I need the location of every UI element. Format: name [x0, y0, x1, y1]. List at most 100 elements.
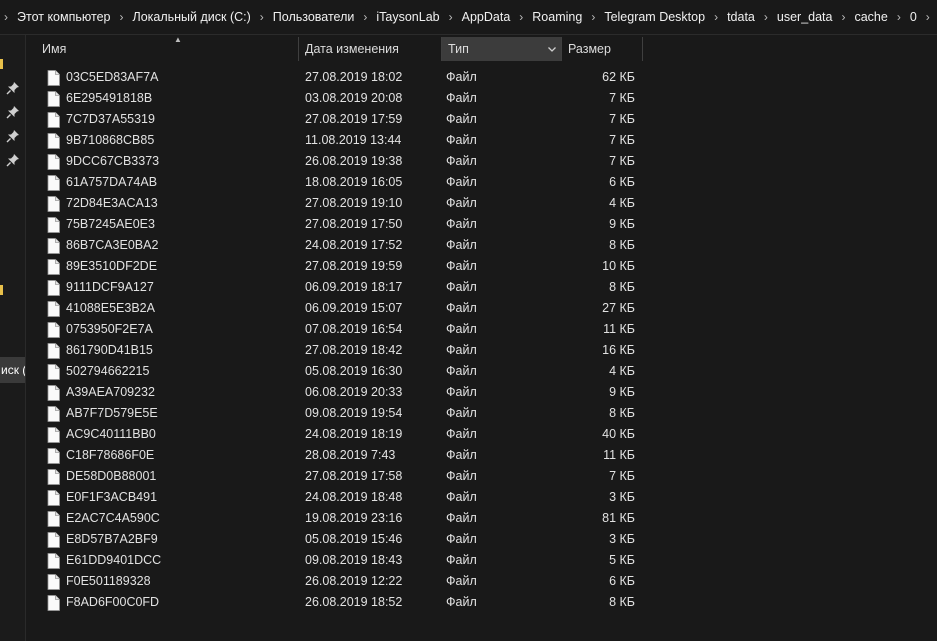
file-name: E8D57B7A2BF9	[66, 532, 158, 546]
chevron-down-icon[interactable]	[546, 43, 558, 55]
table-row[interactable]: F8AD6F00C0FD 26.08.2019 18:52 Файл 8 КБ	[26, 592, 937, 613]
chevron-right-icon[interactable]: ›	[710, 10, 722, 24]
chevron-right-icon[interactable]: ›	[760, 10, 772, 24]
breadcrumb-item[interactable]: › Локальный диск (C:)	[115, 10, 255, 24]
table-row[interactable]: DE58D0B88001 27.08.2019 17:58 Файл 7 КБ	[26, 466, 937, 487]
breadcrumb-item[interactable]: › user_data	[760, 10, 838, 24]
breadcrumb-item[interactable]: › AppData	[445, 10, 516, 24]
chevron-right-icon[interactable]: ›	[115, 10, 127, 24]
table-row[interactable]: 6E295491818B 03.08.2019 20:08 Файл 7 КБ	[26, 88, 937, 109]
file-size: 27 КБ	[602, 301, 635, 315]
breadcrumb-label: Roaming	[532, 10, 583, 24]
breadcrumb[interactable]: › Этот компьютер › Локальный диск (C:) › Поль…	[0, 0, 937, 35]
column-header-type[interactable]: Тип	[442, 37, 561, 61]
file-icon	[47, 553, 60, 569]
breadcrumb-label: AppData	[461, 10, 511, 24]
breadcrumb-item[interactable]: › Пользователи	[256, 10, 360, 24]
breadcrumb-item[interactable]: › Telegram Desktop	[587, 10, 710, 24]
file-icon	[47, 70, 60, 86]
table-row[interactable]: 7C7D37A55319 27.08.2019 17:59 Файл 7 КБ	[26, 109, 937, 130]
pin-icon[interactable]	[6, 153, 20, 167]
table-row[interactable]: 41088E5E3B2A 06.09.2019 15:07 Файл 27 КБ	[26, 298, 937, 319]
table-row[interactable]: A39AEA709232 06.08.2019 20:33 Файл 9 КБ	[26, 382, 937, 403]
breadcrumb-label: Этот компьютер	[17, 10, 111, 24]
file-size: 8 КБ	[609, 238, 635, 252]
table-row[interactable]: 9111DCF9A127 06.09.2019 18:17 Файл 8 КБ	[26, 277, 937, 298]
breadcrumb-item[interactable]: › cache	[837, 10, 892, 24]
file-date: 27.08.2019 18:02	[305, 70, 403, 84]
column-header-name-label: Имя	[42, 42, 67, 56]
pin-icon[interactable]	[6, 129, 20, 143]
file-icon	[47, 343, 60, 359]
file-name: 75B7245AE0E3	[66, 217, 155, 231]
column-header-date[interactable]: Дата изменения	[299, 37, 441, 61]
breadcrumb-item[interactable]: › iTaysonLab	[359, 10, 444, 24]
chevron-right-icon[interactable]: ›	[445, 10, 457, 24]
file-date: 26.08.2019 19:38	[305, 154, 403, 168]
column-divider[interactable]	[642, 37, 643, 61]
navigation-pane[interactable]: иск (C	[0, 35, 26, 641]
column-header-row: ▲ Имя Дата изменения Тип Размер	[26, 35, 937, 62]
file-type: Файл	[446, 91, 477, 105]
chevron-right-icon[interactable]: ›	[837, 10, 849, 24]
breadcrumb-item[interactable]: ›1E	[922, 10, 937, 24]
table-row[interactable]: 72D84E3ACA13 27.08.2019 19:10 Файл 4 КБ	[26, 193, 937, 214]
nav-item-local-disk[interactable]: иск (C	[0, 357, 25, 383]
pin-icon[interactable]	[6, 105, 20, 119]
column-header-size[interactable]: Размер	[562, 37, 642, 61]
file-name: 72D84E3ACA13	[66, 196, 158, 210]
breadcrumb-item[interactable]: › tdata	[710, 10, 760, 24]
table-row[interactable]: E0F1F3ACB491 24.08.2019 18:48 Файл 3 КБ	[26, 487, 937, 508]
table-row[interactable]: AB7F7D579E5E 09.08.2019 19:54 Файл 8 КБ	[26, 403, 937, 424]
table-row[interactable]: F0E501189328 26.08.2019 12:22 Файл 6 КБ	[26, 571, 937, 592]
breadcrumb-item[interactable]: › Этот компьютер	[0, 10, 115, 24]
breadcrumb-label: tdata	[727, 10, 755, 24]
table-row[interactable]: E61DD9401DCC 09.08.2019 18:43 Файл 5 КБ	[26, 550, 937, 571]
file-type: Файл	[446, 469, 477, 483]
table-row[interactable]: 861790D41B15 27.08.2019 18:42 Файл 16 КБ	[26, 340, 937, 361]
table-row[interactable]: 61A757DA74AB 18.08.2019 16:05 Файл 6 КБ	[26, 172, 937, 193]
file-type: Файл	[446, 196, 477, 210]
file-type: Файл	[446, 301, 477, 315]
table-row[interactable]: 03C5ED83AF7A 27.08.2019 18:02 Файл 62 КБ	[26, 67, 937, 88]
chevron-right-icon[interactable]: ›	[256, 10, 268, 24]
table-row[interactable]: 75B7245AE0E3 27.08.2019 17:50 Файл 9 КБ	[26, 214, 937, 235]
table-row[interactable]: 0753950F2E7A 07.08.2019 16:54 Файл 11 КБ	[26, 319, 937, 340]
file-name: 9111DCF9A127	[66, 280, 154, 294]
file-date: 27.08.2019 17:50	[305, 217, 403, 231]
file-icon	[47, 364, 60, 380]
file-size: 3 КБ	[609, 532, 635, 546]
chevron-right-icon[interactable]: ›	[922, 10, 934, 24]
table-row[interactable]: 9B710868CB85 11.08.2019 13:44 Файл 7 КБ	[26, 130, 937, 151]
chevron-right-icon[interactable]: ›	[587, 10, 599, 24]
table-row[interactable]: E8D57B7A2BF9 05.08.2019 15:46 Файл 3 КБ	[26, 529, 937, 550]
file-date: 03.08.2019 20:08	[305, 91, 403, 105]
file-type: Файл	[446, 133, 477, 147]
chevron-right-icon[interactable]: ›	[0, 10, 12, 24]
table-row[interactable]: 9DCC67CB3373 26.08.2019 19:38 Файл 7 КБ	[26, 151, 937, 172]
file-icon	[47, 238, 60, 254]
column-header-name[interactable]: ▲ Имя	[36, 35, 298, 61]
breadcrumb-label: cache	[854, 10, 888, 24]
file-icon	[47, 280, 60, 296]
table-row[interactable]: E2AC7C4A590C 19.08.2019 23:16 Файл 81 КБ	[26, 508, 937, 529]
file-size: 6 КБ	[609, 574, 635, 588]
file-icon	[47, 322, 60, 338]
table-row[interactable]: AC9C40111BB0 24.08.2019 18:19 Файл 40 КБ	[26, 424, 937, 445]
breadcrumb-label: Telegram Desktop	[604, 10, 706, 24]
pin-icon[interactable]	[6, 81, 20, 95]
table-row[interactable]: 502794662215 05.08.2019 16:30 Файл 4 КБ	[26, 361, 937, 382]
breadcrumb-item[interactable]: › 0	[893, 10, 922, 24]
table-row[interactable]: 89E3510DF2DE 27.08.2019 19:59 Файл 10 КБ	[26, 256, 937, 277]
table-row[interactable]: 86B7CA3E0BA2 24.08.2019 17:52 Файл 8 КБ	[26, 235, 937, 256]
chevron-right-icon[interactable]: ›	[359, 10, 371, 24]
file-size: 10 КБ	[602, 259, 635, 273]
file-list-view[interactable]: ▲ Имя Дата изменения Тип Размер 03C5ED83…	[26, 35, 937, 641]
chevron-right-icon[interactable]: ›	[893, 10, 905, 24]
file-type: Файл	[446, 217, 477, 231]
table-row[interactable]: C18F78686F0E 28.08.2019 7:43 Файл 11 КБ	[26, 445, 937, 466]
chevron-right-icon[interactable]: ›	[515, 10, 527, 24]
file-size: 7 КБ	[609, 133, 635, 147]
file-type: Файл	[446, 343, 477, 357]
breadcrumb-item[interactable]: › Roaming	[515, 10, 587, 24]
